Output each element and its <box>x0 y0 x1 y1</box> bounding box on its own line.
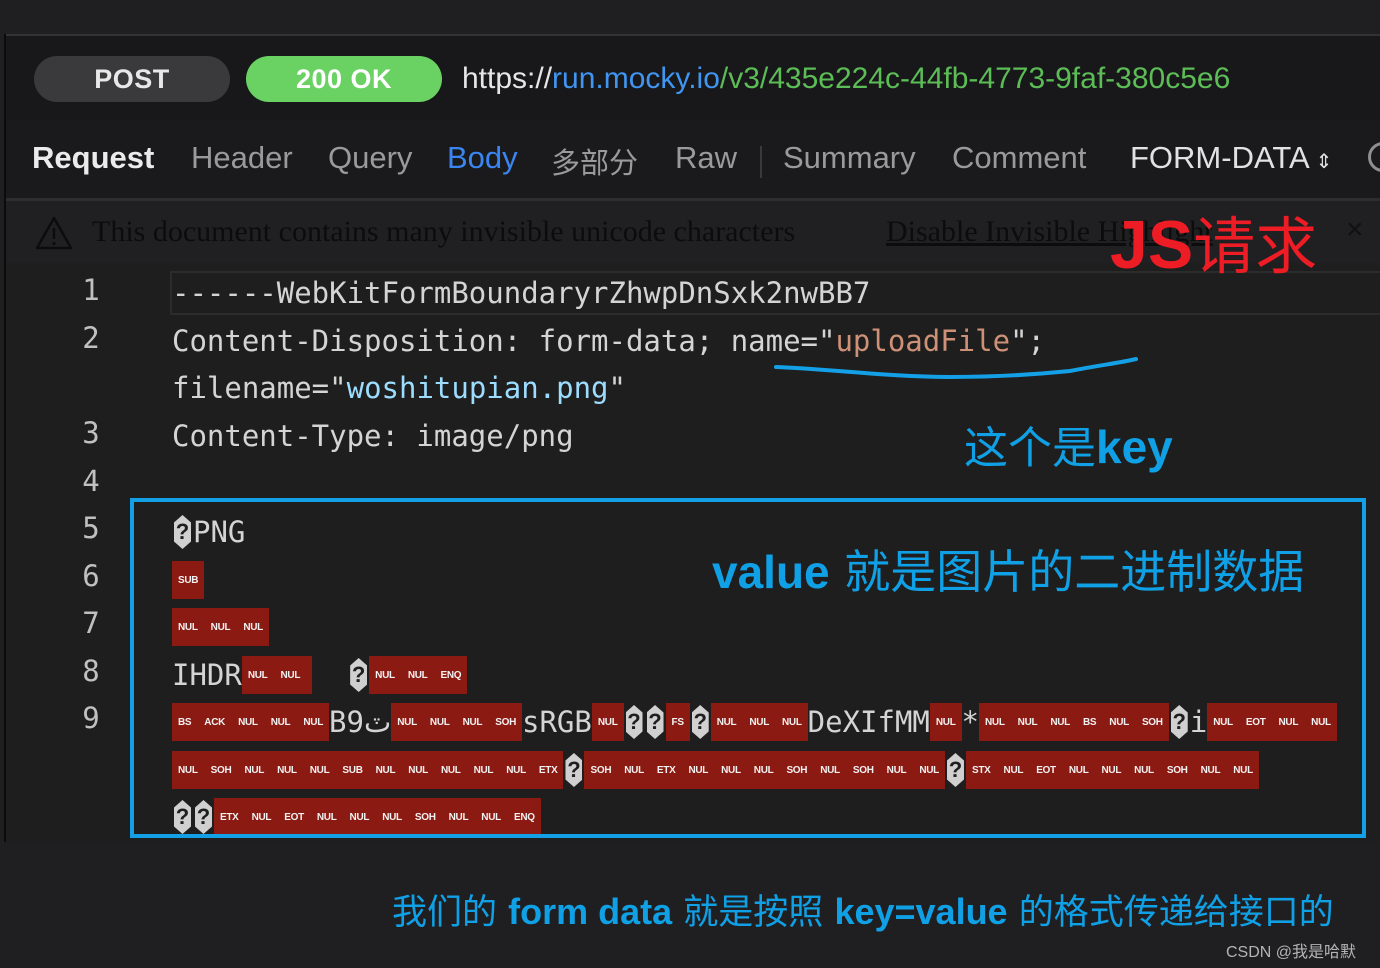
tab-divider <box>760 146 762 178</box>
more-icon[interactable] <box>1368 142 1380 172</box>
line-number: 1 <box>82 273 100 307</box>
status-badge: 200 OK <box>246 56 442 102</box>
code-line-boundary: ------WebKitFormBoundaryrZhwpDnSxk2nwBB7 <box>172 276 871 310</box>
annotation-text: key <box>1096 421 1173 473</box>
annotation-text: 我们的 <box>392 893 509 933</box>
tab-header[interactable]: Header <box>191 140 293 176</box>
line-number: 6 <box>82 559 100 593</box>
annotation-text: form data <box>508 891 673 932</box>
code-text: " <box>608 371 626 405</box>
watermark: CSDN @我是哈默 <box>1226 944 1357 961</box>
body-format-value: FORM-DATA <box>1130 140 1310 175</box>
request-tabs: Request Header Query Body 多部分 Raw Summar… <box>6 120 1380 201</box>
code-line-filename: filename="woshitupian.png" <box>172 368 626 408</box>
tab-body[interactable]: Body <box>447 140 518 176</box>
annotation-text: 请求 <box>1193 210 1318 283</box>
line-number: 4 <box>82 464 100 498</box>
annotation-text: 就是按照 <box>672 893 835 933</box>
annotation-text: JS <box>1110 207 1194 283</box>
code-line-content-type: Content-Type: image/png <box>172 419 574 453</box>
tab-query[interactable]: Query <box>328 140 412 176</box>
http-method-badge[interactable]: POST <box>34 56 230 102</box>
annotation-form-data-summary: 我们的 form data 就是按照 key=value 的格式传递给接口的 <box>392 884 1334 935</box>
line-number: 5 <box>82 511 100 545</box>
line-number: 7 <box>82 606 100 640</box>
field-name-string: uploadFile <box>835 324 1011 358</box>
annotation-text: key=value <box>834 891 1008 932</box>
close-icon[interactable]: × <box>1346 213 1364 247</box>
line-number: 8 <box>82 654 100 688</box>
code-text: "; <box>1010 324 1045 358</box>
annotation-value: value 就是图片的二进制数据 <box>712 536 1304 602</box>
filename-string: woshitupian.png <box>346 371 609 405</box>
line-number: 3 <box>82 416 100 450</box>
annotation-text: value <box>712 546 830 598</box>
code-text: filename=" <box>172 371 347 405</box>
up-down-chevron-icon: ⇕ <box>1315 151 1333 173</box>
request-title: Request <box>32 140 155 175</box>
tab-multipart[interactable]: 多部分 <box>551 140 638 182</box>
warning-message: This document contains many invisible un… <box>92 215 796 248</box>
request-url[interactable]: https://run.mocky.io/v3/435e224c-44fb-47… <box>462 58 1230 100</box>
body-format-select[interactable]: FORM-DATA ⇕ <box>1130 140 1332 176</box>
url-scheme: https:// <box>462 62 553 95</box>
line-number: 2 <box>82 321 100 355</box>
annotation-text: 就是图片的二进制数据 <box>829 545 1305 599</box>
annotation-text: 的格式传递给接口的 <box>1007 893 1334 933</box>
annotation-key: 这个是key <box>964 412 1173 476</box>
tab-raw[interactable]: Raw <box>675 140 737 176</box>
url-path: /v3/435e224c-44fb-4773-9faf-380c5e6 <box>719 62 1231 95</box>
code-text: Content-Disposition: form-data; name=" <box>172 324 836 358</box>
tab-summary[interactable]: Summary <box>783 140 916 176</box>
annotation-js-request: JS请求 <box>1110 205 1317 287</box>
warning-triangle-icon <box>35 216 73 250</box>
url-host: run.mocky.io <box>552 62 720 95</box>
request-url-bar: POST 200 OK https://run.mocky.io/v3/435e… <box>6 34 1380 122</box>
tab-comment[interactable]: Comment <box>952 140 1086 176</box>
line-number: 9 <box>82 701 100 735</box>
key-underline-stroke <box>774 357 1138 380</box>
annotation-text: 这个是 <box>964 423 1096 474</box>
